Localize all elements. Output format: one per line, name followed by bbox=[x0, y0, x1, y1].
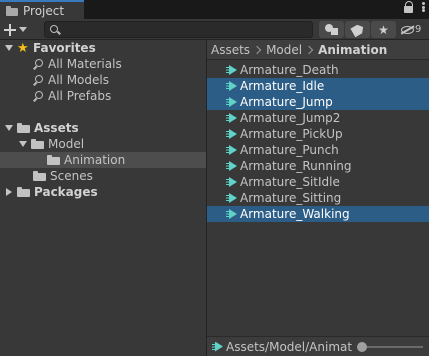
asset-item-label: Armature_Walking bbox=[240, 207, 350, 221]
search-icon bbox=[33, 91, 43, 101]
asset-item[interactable]: Armature_Running bbox=[207, 158, 429, 174]
asset-item-label: Armature_PickUp bbox=[240, 127, 343, 141]
animation-clip-icon bbox=[226, 145, 237, 155]
tree-item-label: All Materials bbox=[48, 57, 122, 71]
asset-item-label: Armature_Running bbox=[240, 159, 352, 173]
star-icon: ★ bbox=[378, 22, 389, 37]
folder-icon bbox=[17, 187, 30, 197]
filter-by-type-icon bbox=[324, 23, 339, 36]
asset-item[interactable]: Armature_Punch bbox=[207, 142, 429, 158]
search-by-label-button[interactable] bbox=[345, 21, 370, 38]
plus-icon bbox=[4, 23, 16, 36]
asset-item[interactable]: Armature_Jump bbox=[207, 94, 429, 110]
asset-item[interactable]: Armature_SitIdle bbox=[207, 174, 429, 190]
tree-item-all-materials[interactable]: All Materials bbox=[0, 56, 206, 72]
asset-item-label: Armature_Punch bbox=[240, 143, 339, 157]
animation-clip-icon bbox=[226, 161, 237, 171]
folder-icon bbox=[31, 139, 44, 149]
tree-item-all-prefabs[interactable]: All Prefabs bbox=[0, 88, 206, 104]
window-tab-bar: Project bbox=[0, 0, 429, 19]
hidden-packages-count: 9 bbox=[415, 24, 422, 35]
expand-arrow-icon[interactable] bbox=[5, 124, 13, 132]
animation-clip-icon bbox=[226, 97, 237, 107]
expand-arrow-icon[interactable] bbox=[5, 44, 13, 52]
asset-item[interactable]: Armature_PickUp bbox=[207, 126, 429, 142]
chevron-right-icon bbox=[304, 45, 314, 54]
animation-clip-icon bbox=[226, 209, 237, 219]
tree-item-packages[interactable]: Packages bbox=[0, 184, 206, 200]
animation-clip-icon bbox=[226, 81, 237, 91]
tree-item-label: All Models bbox=[48, 73, 109, 87]
tree-item-all-models[interactable]: All Models bbox=[0, 72, 206, 88]
folder-icon bbox=[33, 171, 46, 181]
search-icon bbox=[33, 59, 43, 69]
tree-item-label: Animation bbox=[64, 153, 126, 167]
animation-clip-icon bbox=[212, 342, 223, 352]
asset-item-label: Armature_Death bbox=[240, 63, 339, 77]
star-icon: ★ bbox=[17, 40, 29, 56]
search-field[interactable] bbox=[44, 21, 313, 38]
chevron-down-icon bbox=[19, 27, 27, 32]
animation-clip-icon bbox=[226, 65, 237, 75]
asset-item[interactable]: Armature_Idle bbox=[207, 78, 429, 94]
breadcrumb-item-assets[interactable]: Assets bbox=[211, 43, 250, 57]
search-by-type-button[interactable] bbox=[319, 21, 344, 38]
tree-item-label: All Prefabs bbox=[48, 89, 112, 103]
asset-item-label: Armature_Idle bbox=[240, 79, 325, 93]
asset-item[interactable]: Armature_Death bbox=[207, 62, 429, 78]
eye-slash-icon bbox=[401, 25, 414, 34]
asset-item-label: Armature_Jump2 bbox=[240, 111, 341, 125]
tree-item-animation[interactable]: Animation bbox=[0, 152, 206, 168]
folder-icon bbox=[6, 5, 18, 16]
status-bar: Assets/Model/Animatio bbox=[207, 336, 429, 356]
zoom-slider[interactable] bbox=[357, 342, 423, 352]
asset-item-label: Armature_Sitting bbox=[240, 191, 342, 205]
more-menu-icon[interactable] bbox=[421, 1, 425, 13]
animation-clip-icon bbox=[226, 113, 237, 123]
tag-icon bbox=[350, 22, 365, 37]
project-toolbar: ★ 9 bbox=[0, 19, 429, 40]
search-icon bbox=[33, 75, 43, 85]
asset-item-label: Armature_SitIdle bbox=[240, 175, 340, 189]
breadcrumb: Assets Model Animation bbox=[207, 40, 429, 60]
animation-clip-icon bbox=[226, 129, 237, 139]
tree-item-assets[interactable]: Assets bbox=[0, 120, 206, 136]
asset-item[interactable]: Armature_Walking bbox=[207, 206, 429, 222]
expand-arrow-icon[interactable] bbox=[5, 188, 13, 196]
tree-item-scenes[interactable]: Scenes bbox=[0, 168, 206, 184]
folder-icon bbox=[47, 155, 60, 165]
tree-item-label: Assets bbox=[34, 121, 79, 135]
selected-asset-path: Assets/Model/Animatio bbox=[226, 339, 352, 354]
zoom-slider-handle[interactable] bbox=[357, 342, 367, 352]
asset-item-label: Armature_Jump bbox=[240, 95, 333, 109]
save-search-button[interactable]: ★ bbox=[371, 21, 396, 38]
animation-clip-icon bbox=[226, 177, 237, 187]
tree-item-label: Scenes bbox=[50, 169, 93, 183]
create-button[interactable] bbox=[4, 21, 34, 38]
tab-tools bbox=[404, 1, 425, 13]
search-input[interactable] bbox=[63, 22, 308, 37]
chevron-right-icon bbox=[252, 45, 262, 54]
breadcrumb-item-model[interactable]: Model bbox=[266, 43, 302, 57]
asset-item[interactable]: Armature_Jump2 bbox=[207, 110, 429, 126]
asset-browser: Assets Model Animation Armature_Death Arm… bbox=[207, 40, 429, 356]
breadcrumb-item-animation[interactable]: Animation bbox=[318, 43, 387, 57]
animation-clip-icon bbox=[226, 193, 237, 203]
tree-item-label: Packages bbox=[34, 185, 98, 199]
hidden-packages-toggle[interactable]: 9 bbox=[401, 21, 425, 38]
tree-item-model[interactable]: Model bbox=[0, 136, 206, 152]
expand-arrow-icon[interactable] bbox=[19, 140, 27, 148]
folder-icon bbox=[17, 123, 30, 133]
tab-project[interactable]: Project bbox=[0, 0, 84, 19]
tree-item-favorites[interactable]: ★ Favorites bbox=[0, 40, 206, 56]
search-icon bbox=[50, 25, 58, 33]
tab-project-label: Project bbox=[23, 3, 65, 18]
tree-item-label: Model bbox=[48, 137, 85, 151]
lock-icon[interactable] bbox=[404, 1, 414, 13]
tree-item-label: Favorites bbox=[33, 41, 96, 55]
asset-item[interactable]: Armature_Sitting bbox=[207, 190, 429, 206]
folder-tree: ★ Favorites All Materials All Models All… bbox=[0, 40, 206, 356]
